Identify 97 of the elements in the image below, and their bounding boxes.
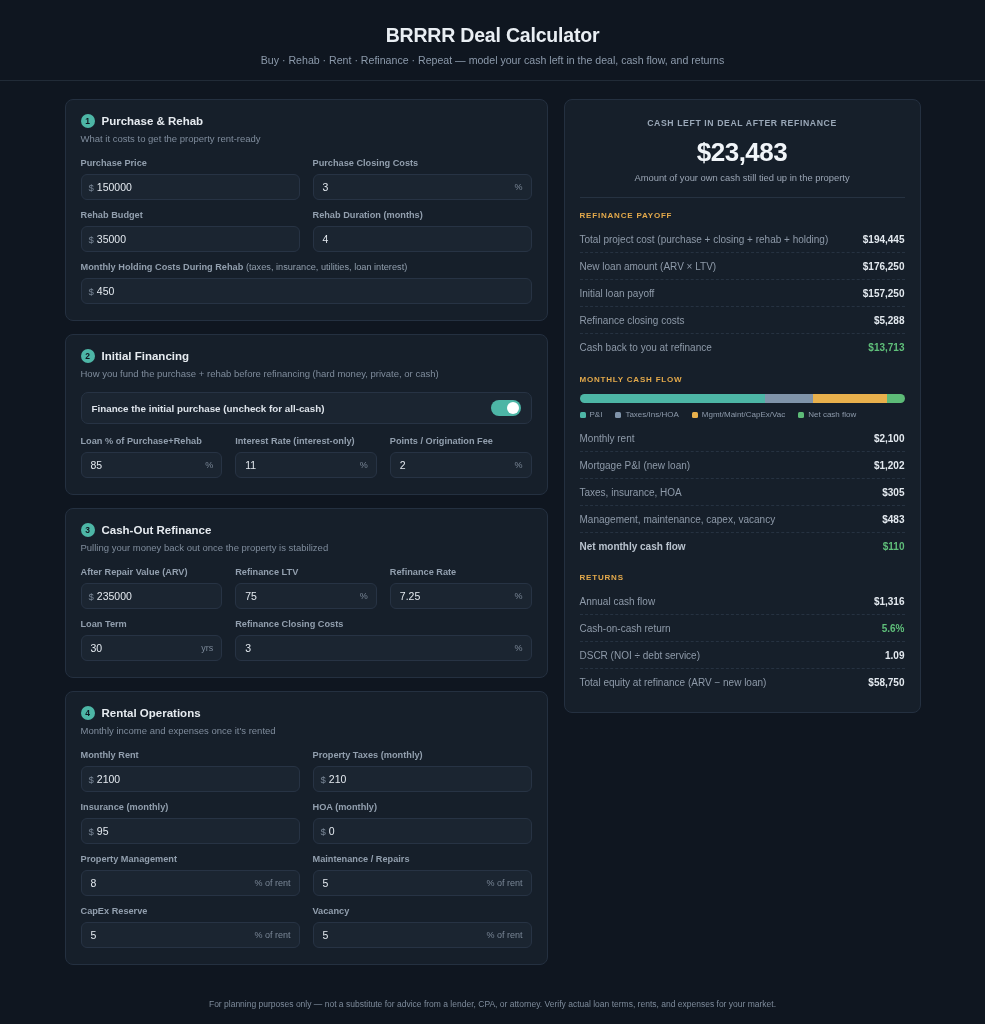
row-value: $13,713 xyxy=(868,342,905,353)
row-value: $1,316 xyxy=(873,595,905,607)
input-field[interactable]: 3 % xyxy=(235,635,532,661)
input-field[interactable]: $ 35000 xyxy=(80,226,300,252)
row-label: Mortgage P&I (new loan) xyxy=(579,459,691,471)
field-label: Loan Term xyxy=(80,618,127,630)
input-field[interactable]: $ 95 xyxy=(80,818,300,844)
disclaimer-text: For planning purposes only — not a substitute for advice from a lender, CPA, or attorney. Verify actual loan terms, rents, and expenses for your market. xyxy=(208,998,777,1010)
summary-amount: $23,483 xyxy=(696,137,788,167)
row-value: $5,288 xyxy=(873,314,905,326)
row-value: $483 xyxy=(882,513,905,525)
field-label: After Repair Value (ARV) xyxy=(80,566,188,578)
row-label: DSCR (NOI ÷ debt service) xyxy=(579,649,700,661)
input-field[interactable]: 75 % xyxy=(235,583,377,609)
field-label: Property Management xyxy=(80,853,177,865)
field-label: Interest Rate (interest-only) xyxy=(235,435,355,447)
input-field[interactable]: 8 % of rent xyxy=(80,870,300,896)
field-label: Rehab Budget xyxy=(80,209,143,221)
row-value: $110 xyxy=(882,541,905,552)
step-number: 2 xyxy=(80,349,95,363)
summary-caption: Amount of your own cash still tied up in the property xyxy=(634,171,850,185)
field-label: Refinance LTV xyxy=(235,566,299,578)
card-subtitle: How you fund the purchase + rehab before refinancing (hard money, private, or cash) xyxy=(80,367,439,381)
section-heading: MONTHLY CASH FLOW xyxy=(579,374,683,386)
step-number: 1 xyxy=(80,114,95,128)
field-label: Insurance (monthly) xyxy=(80,801,169,813)
toggle-switch[interactable] xyxy=(490,400,521,416)
card-title: Purchase & Rehab xyxy=(101,114,204,129)
page-title: BRRRR Deal Calculator xyxy=(385,23,600,48)
card-title: Initial Financing xyxy=(101,349,190,364)
card-title: Rental Operations xyxy=(101,706,201,721)
row-label: Cash back to you at refinance xyxy=(579,342,712,353)
legend-label: Taxes/Ins/HOA xyxy=(625,409,679,420)
row-value: 1.09 xyxy=(885,649,905,661)
field-label: HOA (monthly) xyxy=(312,801,377,813)
field-label: Maintenance / Repairs xyxy=(312,853,410,865)
row-label: Total project cost (purchase + closing + rehab + holding) xyxy=(579,233,829,245)
input-field[interactable]: $ 150000 xyxy=(80,174,300,200)
row-value: $194,445 xyxy=(862,233,905,245)
row-label: Total equity at refinance (ARV − new loan) xyxy=(579,677,767,688)
input-field[interactable]: 3 % xyxy=(312,174,532,200)
field-label: Points / Origination Fee xyxy=(389,435,493,447)
input-field[interactable]: $ 450 xyxy=(80,278,532,304)
row-value: $305 xyxy=(882,486,905,498)
toggle-label: Finance the initial purchase (uncheck for all-cash) xyxy=(91,402,325,414)
row-label: New loan amount (ARV × LTV) xyxy=(579,260,717,272)
input-field[interactable]: $ 0 xyxy=(312,818,532,844)
field-label: CapEx Reserve xyxy=(80,905,148,917)
card-title: Cash-Out Refinance xyxy=(101,523,212,538)
legend-label: Net cash flow xyxy=(808,409,857,420)
row-label: Management, maintenance, capex, vacancy xyxy=(579,513,776,525)
input-field[interactable]: $ 235000 xyxy=(80,583,223,609)
input-field[interactable]: 7.25 % xyxy=(389,583,532,609)
row-value: 5.6% xyxy=(881,622,905,634)
input-field[interactable]: 4 xyxy=(312,226,532,252)
step-number: 3 xyxy=(80,523,95,537)
section-heading: RETURNS xyxy=(579,572,624,584)
input-field[interactable]: $ 210 xyxy=(312,766,532,792)
row-label: Taxes, insurance, HOA xyxy=(579,486,682,498)
section-heading: REFINANCE PAYOFF xyxy=(579,210,673,222)
row-value: $157,250 xyxy=(862,287,905,299)
row-value: $176,250 xyxy=(862,260,905,272)
field-label: Loan % of Purchase+Rehab xyxy=(80,435,202,447)
step-number: 4 xyxy=(80,706,95,720)
legend-label: P&I xyxy=(589,409,603,420)
card-subtitle: Pulling your money back out once the property is stabilized xyxy=(80,541,329,555)
input-field[interactable]: $ 2100 xyxy=(80,766,300,792)
input-field[interactable]: 5 % of rent xyxy=(80,922,300,948)
legend-label: Mgmt/Maint/CapEx/Vac xyxy=(701,409,786,420)
field-label: Property Taxes (monthly) xyxy=(312,749,423,761)
card-subtitle: What it costs to get the property rent-ready xyxy=(80,132,261,146)
row-label: Monthly rent xyxy=(579,432,635,444)
card-subtitle: Monthly income and expenses once it's rented xyxy=(80,724,276,738)
row-label: Initial loan payoff xyxy=(579,287,655,299)
input-field[interactable]: 11 % xyxy=(235,452,377,478)
field-label: Refinance Closing Costs xyxy=(235,618,344,630)
row-label: Net monthly cash flow xyxy=(579,541,686,552)
field-label: Rehab Duration (months) xyxy=(312,209,423,221)
row-value: $1,202 xyxy=(873,459,905,471)
input-field[interactable]: 2 % xyxy=(389,452,532,478)
field-label: Monthly Rent xyxy=(80,749,139,761)
input-field[interactable]: 85 % xyxy=(80,452,223,478)
input-field[interactable]: 30 yrs xyxy=(80,635,223,661)
summary-label: CASH LEFT IN DEAL AFTER REFINANCE xyxy=(647,117,837,129)
field-label: Purchase Price xyxy=(80,157,147,169)
field-label: Refinance Rate xyxy=(389,566,457,578)
field-label: Purchase Closing Costs xyxy=(312,157,419,169)
row-value: $58,750 xyxy=(868,677,905,688)
input-field[interactable]: 5 % of rent xyxy=(312,922,532,948)
row-label: Annual cash flow xyxy=(579,595,656,607)
row-label: Cash-on-cash return xyxy=(579,622,671,634)
row-value: $2,100 xyxy=(873,432,905,444)
row-label: Refinance closing costs xyxy=(579,314,685,326)
input-field[interactable]: 5 % of rent xyxy=(312,870,532,896)
field-label: Vacancy xyxy=(312,905,350,917)
field-label: Monthly Holding Costs During Rehab (taxes, insurance, utilities, loan interest) xyxy=(80,261,408,273)
page-subtitle: Buy · Rehab · Rent · Refinance · Repeat — model your cash left in the deal, cash flow, and returns xyxy=(260,53,725,67)
